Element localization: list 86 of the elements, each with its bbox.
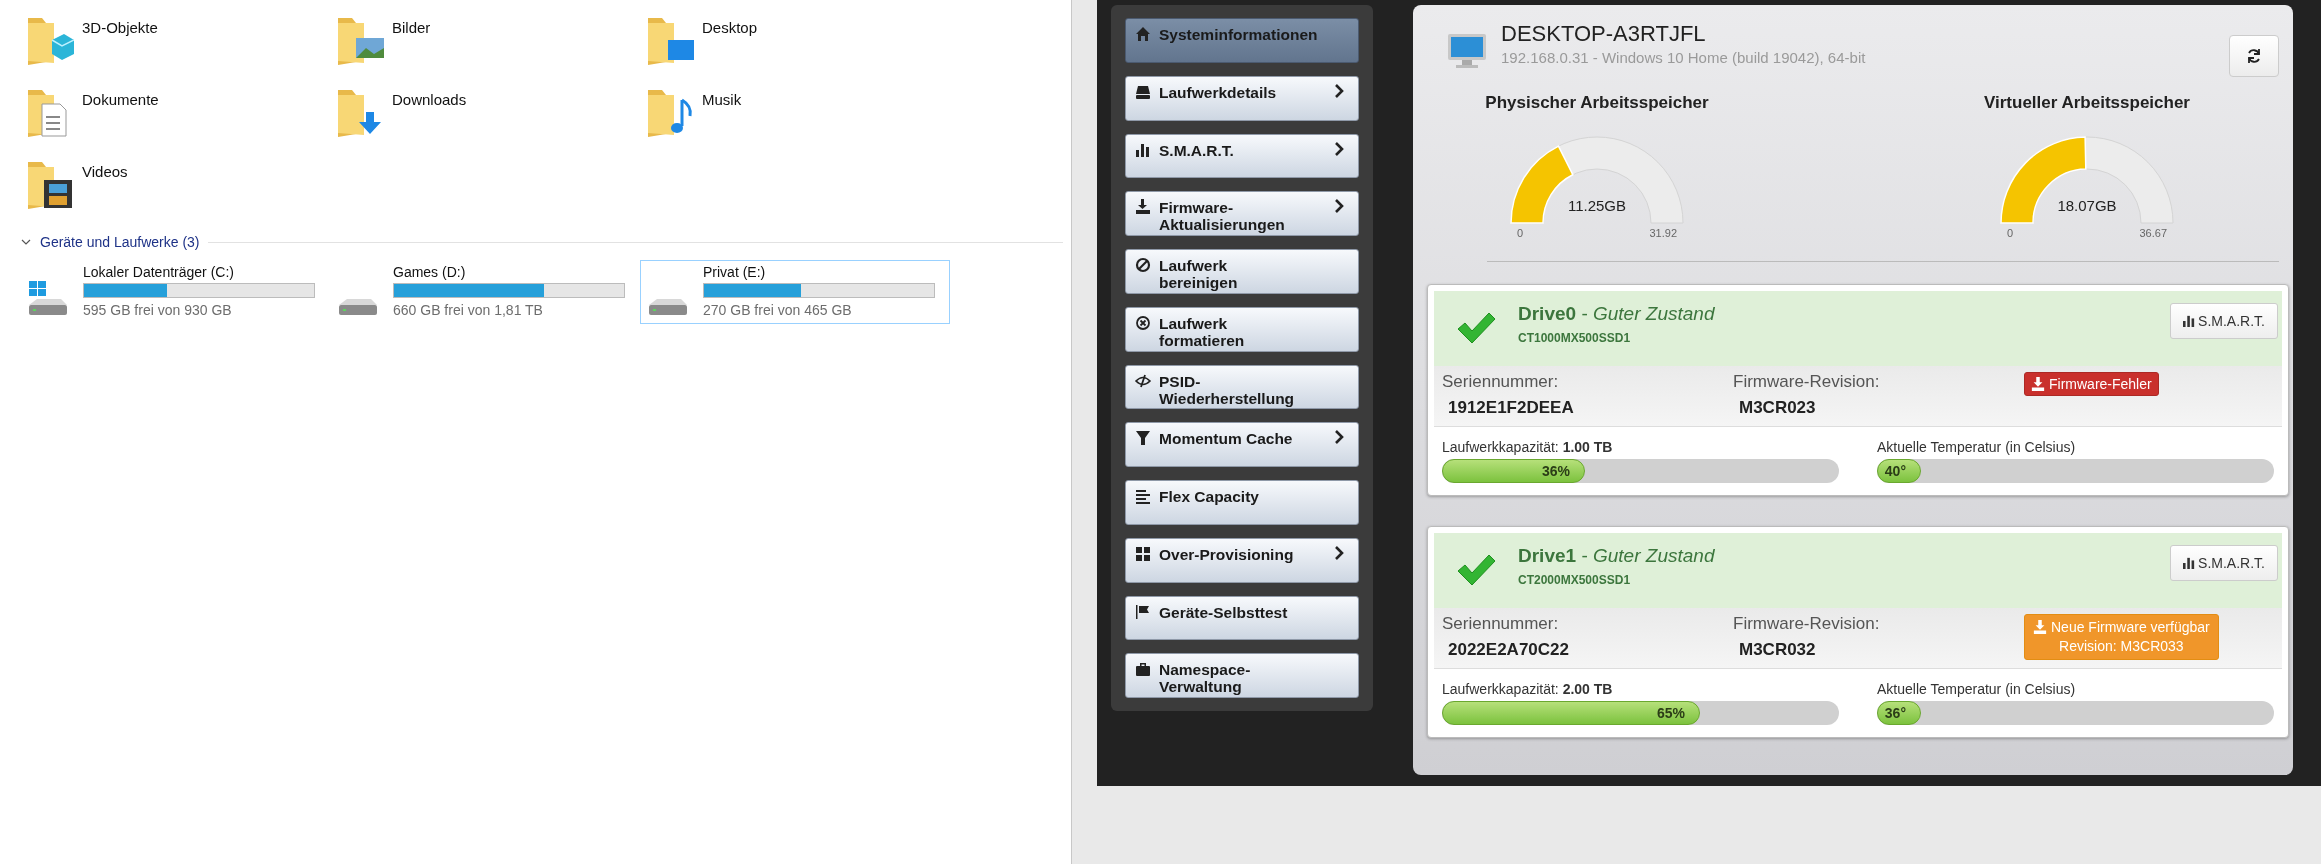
free-space-text: 595 GB frei von 930 GB: [83, 302, 233, 318]
nav-button[interactable]: Firmware- Aktualisierungen: [1125, 191, 1359, 236]
filter-icon: [1135, 430, 1151, 447]
gauge-title: Physischer Arbeitsspeicher: [1485, 93, 1709, 113]
drive-name: Lokaler Datenträger (C:): [83, 264, 235, 280]
grid-icon: [1135, 545, 1151, 562]
folder-name[interactable]: Desktop: [702, 19, 758, 36]
capacity-reading: 36%: [1541, 463, 1570, 479]
firmware-value: M3CR023: [1739, 398, 1817, 418]
drive-icon: [1135, 83, 1151, 100]
nav-button[interactable]: Namespace- Verwaltung: [1125, 653, 1359, 698]
gauge-max: 31.92: [1649, 227, 1677, 239]
smart-button[interactable]: S.M.A.R.T.: [2170, 303, 2278, 339]
gauge-min: 0: [2007, 227, 2014, 239]
hard-drive-icon: [647, 298, 689, 316]
drive-name: Privat (E:): [703, 264, 767, 280]
xcircle-icon: [1135, 314, 1151, 331]
nav-button[interactable]: S.M.A.R.T.: [1125, 133, 1359, 179]
bar-chart-icon: [2183, 315, 2196, 327]
home-icon: [1135, 26, 1151, 42]
nav-button[interactable]: Flex Capacity: [1125, 480, 1359, 525]
firmware-label: Firmware-Revision:: [1733, 614, 1881, 634]
drive-title: Drive0 - Guter Zustand: [1518, 303, 1716, 325]
nav-button[interactable]: Over-Provisioning: [1125, 537, 1359, 583]
folder-name[interactable]: Videos: [82, 163, 128, 180]
nav-button[interactable]: Laufwerk bereinigen: [1125, 249, 1359, 294]
flag-icon: [1135, 603, 1151, 620]
refresh-button[interactable]: [2229, 35, 2279, 77]
serial-label: Seriennummer:: [1442, 372, 1560, 392]
hard-drive-icon: [27, 280, 69, 316]
nav-button[interactable]: Laufwerkdetails: [1125, 75, 1359, 121]
nav-button[interactable]: PSID- Wiederherstellung: [1125, 364, 1359, 410]
drive-model: CT2000MX500SSD1: [1518, 573, 1632, 587]
firmware-button[interactable]: Firmware-Fehler: [2024, 372, 2159, 396]
drive-tile[interactable]: Lokaler Datenträger (C:) 595 GB frei von 930 GB: [20, 260, 330, 324]
briefcase-icon: [1135, 661, 1151, 678]
checkmark-icon: [1456, 311, 1496, 345]
gauge-value: 11.25GB: [1566, 197, 1628, 214]
gauge-min: 0: [1517, 227, 1524, 239]
capacity-label: Laufwerkkapazität: 2.00 TB: [1442, 681, 1614, 697]
capacity-reading: 65%: [1657, 705, 1686, 721]
section-title[interactable]: Geräte und Laufwerke (3): [40, 234, 200, 250]
nav-button[interactable]: Momentum Cache: [1125, 422, 1359, 467]
free-space-text: 270 GB frei von 465 GB: [703, 302, 853, 318]
download-icon: [2031, 377, 2045, 391]
eyeslash-icon: [1135, 372, 1151, 389]
temperature-label: Aktuelle Temperatur (in Celsius): [1877, 439, 2077, 455]
download-icon: [1135, 199, 1151, 216]
temperature-reading: 36°: [1884, 705, 1906, 721]
drive-tile[interactable]: Privat (E:) 270 GB frei von 465 GB: [640, 260, 950, 324]
drive-name: Games (D:): [393, 264, 467, 280]
smart-button[interactable]: S.M.A.R.T.: [2170, 545, 2278, 581]
folder-name[interactable]: Downloads: [392, 91, 467, 108]
folder-name[interactable]: Musik: [702, 91, 742, 108]
gauge-max: 36.67: [2139, 227, 2167, 239]
hard-drive-icon: [337, 298, 379, 316]
bars-icon: [1135, 141, 1151, 158]
bar-chart-icon: [2183, 557, 2196, 569]
nav-button[interactable]: Geräte-Selbsttest: [1125, 595, 1359, 641]
nav-button[interactable]: Systeminformationen: [1125, 18, 1359, 63]
nav-button[interactable]: Laufwerk formatieren: [1125, 306, 1359, 352]
monitor-icon: [1447, 33, 1487, 69]
serial-label: Seriennummer:: [1442, 614, 1560, 634]
checkmark-icon: [1456, 553, 1496, 587]
drive-tile[interactable]: Games (D:) 660 GB frei von 1,81 TB: [330, 260, 640, 324]
firmware-value: M3CR032: [1739, 640, 1817, 660]
firmware-label: Firmware-Revision:: [1733, 372, 1881, 392]
free-space-text: 660 GB frei von 1,81 TB: [393, 302, 544, 318]
serial-value: 1912E1F2DEEA: [1448, 398, 1575, 418]
hostname: DESKTOP-A3RTJFL: [1501, 21, 1707, 47]
folder-name[interactable]: Dokumente: [82, 91, 159, 108]
download-icon: [2033, 620, 2047, 634]
temperature-label: Aktuelle Temperatur (in Celsius): [1877, 681, 2077, 697]
temperature-reading: 40°: [1884, 463, 1906, 479]
folder-name[interactable]: 3D-Objekte: [82, 19, 158, 36]
ban-icon: [1135, 257, 1151, 273]
serial-value: 2022E2A70C22: [1448, 640, 1570, 660]
gauge-value: 18.07GB: [2056, 197, 2118, 214]
folder-name[interactable]: Bilder: [392, 19, 431, 36]
gauge-title: Virtueller Arbeitsspeicher: [1984, 93, 2190, 113]
refresh-icon: [2246, 48, 2262, 64]
capacity-label: Laufwerkkapazität: 1.00 TB: [1442, 439, 1614, 455]
system-details: 192.168.0.31 - Windows 10 Home (build 19042), 64-bit: [1501, 49, 1867, 66]
drive-model: CT1000MX500SSD1: [1518, 331, 1632, 345]
drive-title: Drive1 - Guter Zustand: [1518, 545, 1716, 567]
lines-icon: [1135, 488, 1151, 504]
